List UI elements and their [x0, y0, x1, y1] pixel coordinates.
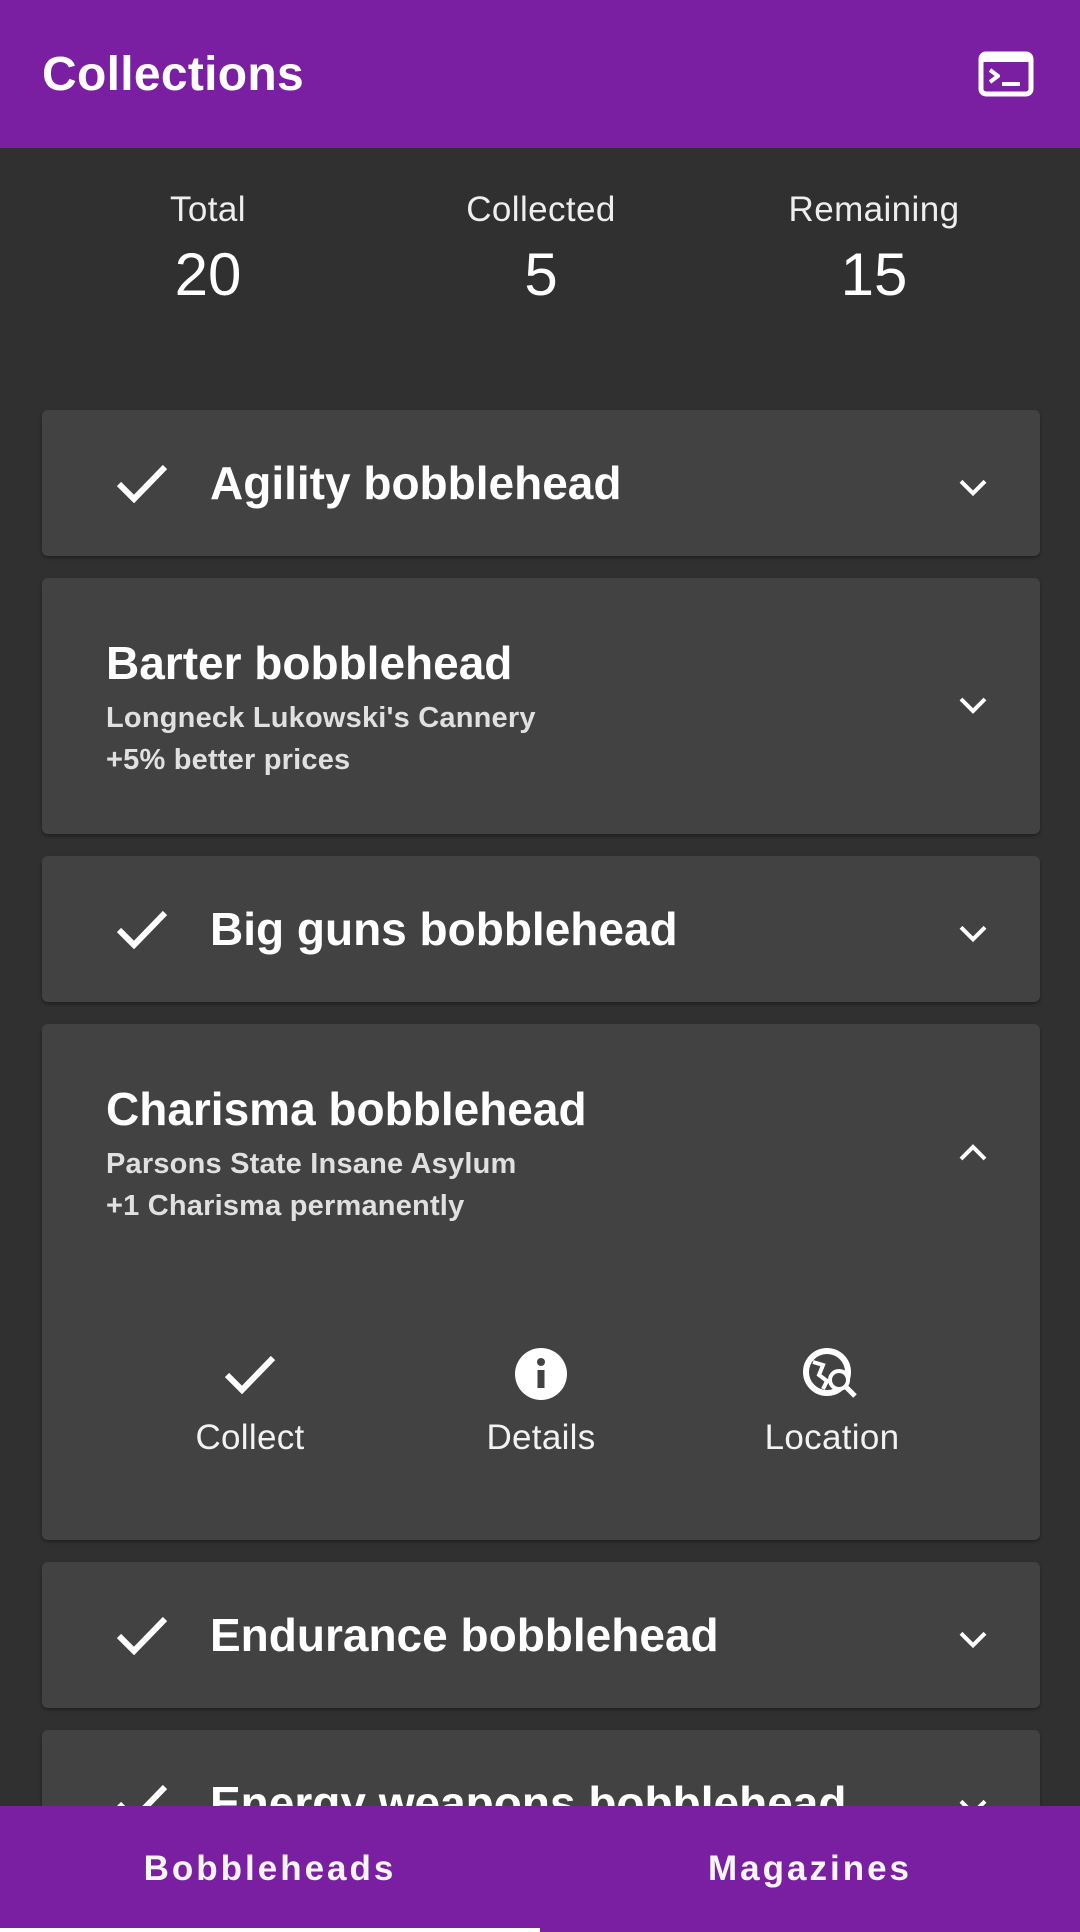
- travel-explore-icon: [722, 1344, 942, 1404]
- action-label: Collect: [195, 1418, 305, 1457]
- item-title: Charisma bobblehead: [106, 1083, 587, 1135]
- page-title: Collections: [42, 47, 305, 101]
- tab-magazines[interactable]: Magazines: [540, 1806, 1080, 1932]
- item-location: Parsons State Insane Asylum: [106, 1148, 517, 1180]
- item-title: Agility bobblehead: [210, 457, 622, 509]
- stat-label: Remaining: [788, 190, 960, 229]
- collection-stats: Total 20 Collected 5 Remaining 15: [0, 148, 1080, 410]
- stat-label: Collected: [466, 190, 616, 229]
- item-location: Longneck Lukowski's Cannery: [106, 702, 536, 734]
- chevron-down-icon[interactable]: [946, 1612, 1000, 1666]
- list-item: Endurance bobblehead: [42, 1562, 1040, 1708]
- location-button[interactable]: Location: [722, 1344, 942, 1458]
- tab-bobbleheads[interactable]: Bobbleheads: [0, 1806, 540, 1932]
- bobblehead-list: Agility bobblehead Barter bobblehead Lon…: [42, 410, 1040, 1898]
- chevron-up-icon[interactable]: [946, 1126, 1000, 1180]
- tab-selected-indicator: [0, 1928, 540, 1932]
- collected-check-icon: [112, 453, 172, 513]
- action-label: Details: [486, 1418, 596, 1457]
- item-header-big-guns[interactable]: Big guns bobblehead: [42, 856, 1040, 1002]
- stat-label: Total: [170, 190, 246, 229]
- item-title: Endurance bobblehead: [210, 1609, 719, 1661]
- app-root: Collections Total 20 Collected 5 Remaini…: [0, 0, 1080, 1932]
- collect-button[interactable]: Collect: [140, 1344, 360, 1458]
- item-title: Big guns bobblehead: [210, 903, 678, 955]
- bottom-tab-bar: Bobbleheads Magazines: [0, 1806, 1080, 1932]
- list-item-expanded: Charisma bobblehead Parsons State Insane…: [42, 1024, 1040, 1540]
- item-effect: +5% better prices: [106, 744, 351, 776]
- terminal-button[interactable]: [970, 38, 1042, 110]
- check-icon: [140, 1344, 360, 1404]
- action-label: Location: [764, 1418, 900, 1457]
- collected-check-icon: [112, 899, 172, 959]
- stat-value: 20: [174, 241, 242, 308]
- top-app-bar: Collections: [0, 0, 1080, 148]
- item-title: Barter bobblehead: [106, 637, 513, 689]
- tab-label: Bobbleheads: [143, 1849, 397, 1888]
- list-item: Big guns bobblehead: [42, 856, 1040, 1002]
- stat-value: 5: [524, 241, 558, 308]
- stat-total: Total 20: [58, 190, 358, 309]
- list-item: Agility bobblehead: [42, 410, 1040, 556]
- info-icon: [431, 1344, 651, 1404]
- chevron-down-icon[interactable]: [946, 460, 1000, 514]
- item-actions: Collect Details Location: [42, 1284, 1040, 1540]
- terminal-icon: [978, 51, 1034, 97]
- chevron-down-icon[interactable]: [946, 906, 1000, 960]
- tab-label: Magazines: [708, 1849, 912, 1888]
- collected-check-icon: [112, 1605, 172, 1665]
- details-button[interactable]: Details: [431, 1344, 651, 1458]
- item-header-barter[interactable]: Barter bobblehead Longneck Lukowski's Ca…: [42, 578, 1040, 834]
- item-header-endurance[interactable]: Endurance bobblehead: [42, 1562, 1040, 1708]
- stat-remaining: Remaining 15: [724, 190, 1024, 309]
- item-header-charisma[interactable]: Charisma bobblehead Parsons State Insane…: [42, 1024, 1040, 1284]
- chevron-down-icon[interactable]: [946, 678, 1000, 732]
- stat-collected: Collected 5: [391, 190, 691, 309]
- item-effect: +1 Charisma permanently: [106, 1190, 465, 1222]
- item-header-agility[interactable]: Agility bobblehead: [42, 410, 1040, 556]
- stat-value: 15: [840, 241, 908, 308]
- list-item: Barter bobblehead Longneck Lukowski's Ca…: [42, 578, 1040, 834]
